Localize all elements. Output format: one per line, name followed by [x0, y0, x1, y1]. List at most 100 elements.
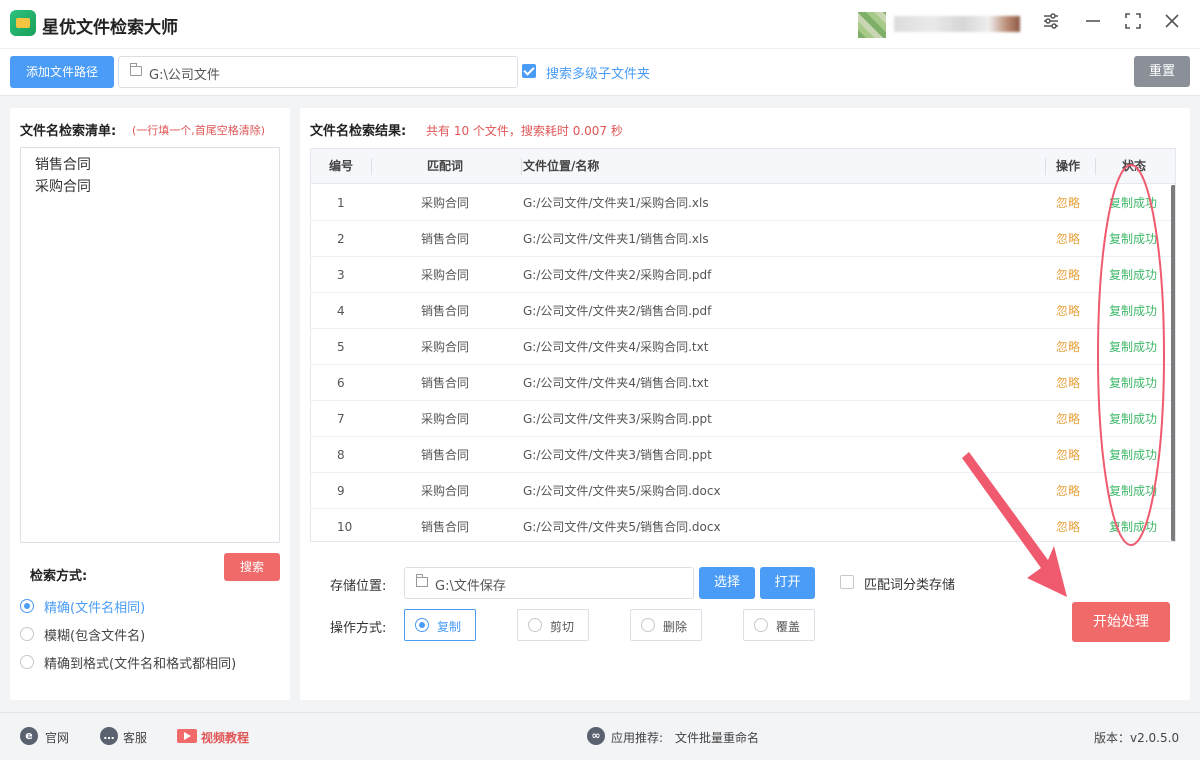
radio-indicator [20, 599, 34, 613]
cell-no: 3 [337, 268, 345, 282]
status-badge: 复制成功 [1109, 268, 1158, 282]
status-badge: 复制成功 [1109, 520, 1158, 534]
ignore-action[interactable]: 忽略 [1056, 221, 1080, 257]
table-row[interactable]: 2 销售合同 G:/公司文件/文件夹1/销售合同.xls 忽略 复制成功 [311, 221, 1175, 257]
cell-file-path: G:/公司文件/文件夹2/采购合同.pdf [523, 268, 712, 282]
link-icon: ∞ [587, 727, 605, 745]
path-input[interactable]: G:\公司文件 [118, 56, 518, 88]
table-row[interactable]: 8 销售合同 G:/公司文件/文件夹3/销售合同.ppt 忽略 复制成功 [311, 437, 1175, 473]
vertical-scrollbar[interactable] [1171, 185, 1175, 541]
website-e-icon[interactable]: e [20, 727, 38, 745]
classify-label[interactable]: 匹配词分类存储 [864, 574, 955, 593]
table-row[interactable]: 7 采购合同 G:/公司文件/文件夹3/采购合同.ppt 忽略 复制成功 [311, 401, 1175, 437]
table-row[interactable]: 5 采购合同 G:/公司文件/文件夹4/采购合同.txt 忽略 复制成功 [311, 329, 1175, 365]
ignore-action[interactable]: 忽略 [1056, 365, 1080, 401]
cell-file-path: G:/公司文件/文件夹1/采购合同.xls [523, 196, 709, 210]
service-link[interactable]: 客服 [123, 729, 147, 746]
ignore-action[interactable]: 忽略 [1056, 185, 1080, 221]
cell-no: 6 [337, 376, 345, 390]
add-path-button[interactable]: 添加文件路径 [10, 56, 114, 88]
cell-match-word: 销售合同 [421, 520, 470, 534]
radio-indicator [528, 618, 542, 632]
table-row[interactable]: 9 采购合同 G:/公司文件/文件夹5/采购合同.docx 忽略 复制成功 [311, 473, 1175, 509]
ignore-action[interactable]: 忽略 [1056, 473, 1080, 509]
ignore-action[interactable]: 忽略 [1056, 293, 1080, 329]
ignore-action[interactable]: 忽略 [1056, 437, 1080, 473]
ignore-action[interactable]: 忽略 [1056, 401, 1080, 437]
title-bar: 星优文件检索大师 [0, 0, 1200, 48]
op-copy-radio[interactable]: 复制 [404, 609, 476, 641]
mode-label: 精确(文件名相同) [44, 601, 146, 616]
subfolder-label[interactable]: 搜索多级子文件夹 [546, 63, 650, 82]
col-header-no: 编号 [329, 159, 354, 173]
op-overwrite-radio[interactable]: 覆盖 [743, 609, 815, 641]
cell-match-word: 采购合同 [421, 340, 470, 354]
status-badge: 复制成功 [1109, 304, 1158, 318]
cell-no: 5 [337, 340, 345, 354]
website-link[interactable]: 官网 [45, 729, 69, 746]
search-button[interactable]: 搜索 [224, 553, 280, 581]
radio-indicator [415, 618, 429, 632]
op-delete-radio[interactable]: 删除 [630, 609, 702, 641]
save-path-input[interactable]: G:\文件保存 [404, 567, 694, 599]
table-row[interactable]: 10 销售合同 G:/公司文件/文件夹5/销售合同.docx 忽略 复制成功 [311, 509, 1175, 541]
close-icon[interactable] [1160, 12, 1184, 36]
cell-file-path: G:/公司文件/文件夹5/采购合同.docx [523, 484, 721, 498]
save-path-value: G:\文件保存 [435, 579, 506, 594]
list-line: 销售合同 [35, 157, 91, 173]
status-badge: 复制成功 [1109, 232, 1158, 246]
table-row[interactable]: 6 销售合同 G:/公司文件/文件夹4/销售合同.txt 忽略 复制成功 [311, 365, 1175, 401]
recommend-label: 应用推荐: [611, 731, 664, 745]
results-table: 编号 匹配词 文件位置/名称 操作 状态 1 采购合同 G:/公司文件/文件夹1/采… [310, 148, 1176, 542]
cell-file-path: G:/公司文件/文件夹5/销售合同.docx [523, 520, 721, 534]
list-line: 采购合同 [35, 179, 91, 195]
radio-indicator [20, 627, 34, 641]
user-avatar[interactable] [858, 12, 886, 38]
save-location-label: 存储位置: [330, 579, 387, 594]
op-label: 删除 [663, 620, 688, 634]
cell-match-word: 采购合同 [421, 412, 470, 426]
table-header: 编号 匹配词 文件位置/名称 操作 状态 [311, 149, 1175, 184]
choose-button[interactable]: 选择 [699, 567, 755, 599]
mode-label: 精确到格式(文件名和格式都相同) [44, 657, 237, 672]
ignore-action[interactable]: 忽略 [1056, 257, 1080, 293]
table-row[interactable]: 3 采购合同 G:/公司文件/文件夹2/采购合同.pdf 忽略 复制成功 [311, 257, 1175, 293]
path-toolbar: 添加文件路径 G:\公司文件 搜索多级子文件夹 重置 [0, 48, 1200, 96]
search-list-panel: 文件名检索清单: (一行填一个,首尾空格清除) 销售合同 采购合同 搜索 检索方… [10, 108, 290, 700]
cell-match-word: 销售合同 [421, 304, 470, 318]
minimize-icon[interactable] [1081, 12, 1105, 36]
subfolder-checkbox[interactable] [522, 64, 536, 78]
app-title: 星优文件检索大师 [42, 18, 178, 38]
table-row[interactable]: 1 采购合同 G:/公司文件/文件夹1/采购合同.xls 忽略 复制成功 [311, 185, 1175, 221]
col-header-op: 操作 [1056, 159, 1081, 173]
reset-button[interactable]: 重置 [1134, 56, 1190, 87]
open-button[interactable]: 打开 [760, 567, 815, 599]
start-processing-button[interactable]: 开始处理 [1072, 602, 1170, 642]
user-name-blurred[interactable] [894, 16, 1020, 32]
search-list-textarea[interactable]: 销售合同 采购合同 [20, 147, 280, 543]
recommend-app-link[interactable]: 文件批量重命名 [675, 729, 759, 746]
results-title: 文件名检索结果: [310, 124, 407, 139]
cell-match-word: 销售合同 [421, 232, 470, 246]
table-row[interactable]: 4 销售合同 G:/公司文件/文件夹2/销售合同.pdf 忽略 复制成功 [311, 293, 1175, 329]
results-panel: 文件名检索结果: 共有 10 个文件，搜索耗时 0.007 秒 编号 匹配词 文… [300, 108, 1190, 700]
list-hint: (一行填一个,首尾空格清除) [132, 124, 266, 137]
settings-sliders-icon[interactable] [1039, 12, 1063, 36]
maximize-icon[interactable] [1121, 12, 1145, 36]
results-summary: 共有 10 个文件，搜索耗时 0.007 秒 [426, 124, 623, 138]
cell-no: 9 [337, 484, 345, 498]
ignore-action[interactable]: 忽略 [1056, 509, 1080, 541]
chat-bubble-icon[interactable]: … [100, 727, 118, 745]
classify-checkbox[interactable] [840, 575, 854, 589]
op-cut-radio[interactable]: 剪切 [517, 609, 589, 641]
column-divider [371, 158, 372, 175]
col-header-word: 匹配词 [427, 159, 464, 173]
ignore-action[interactable]: 忽略 [1056, 329, 1080, 365]
cell-no: 4 [337, 304, 345, 318]
video-camera-icon[interactable] [177, 729, 197, 743]
status-badge: 复制成功 [1109, 376, 1158, 390]
video-tutorial-link[interactable]: 视频教程 [201, 729, 249, 746]
cell-file-path: G:/公司文件/文件夹1/销售合同.xls [523, 232, 709, 246]
radio-indicator [20, 655, 34, 669]
cell-file-path: G:/公司文件/文件夹4/销售合同.txt [523, 376, 709, 390]
